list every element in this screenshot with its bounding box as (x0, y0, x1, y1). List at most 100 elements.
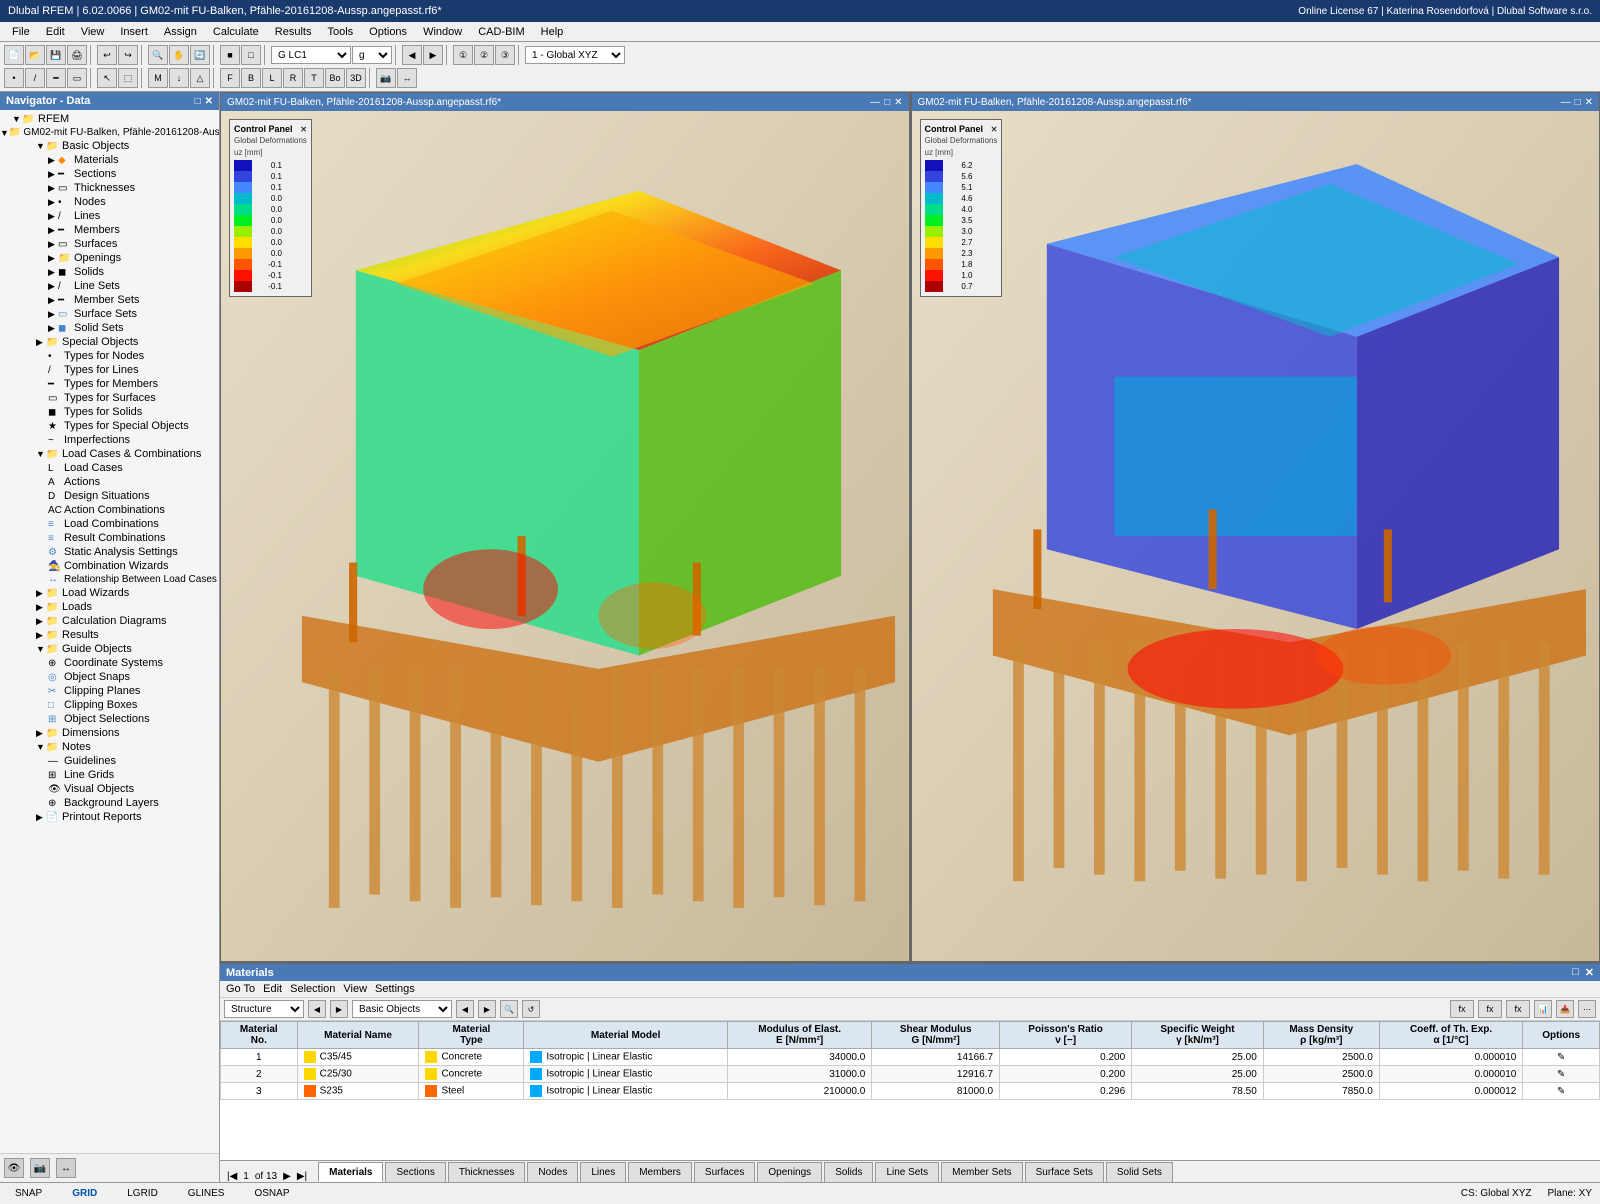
nav-object-snaps[interactable]: ◎ Object Snaps (0, 670, 219, 684)
menu-edit[interactable]: Edit (38, 24, 73, 40)
settings-menu[interactable]: Settings (375, 983, 415, 995)
menu-insert[interactable]: Insert (112, 24, 156, 40)
tab-surfaces[interactable]: Surfaces (694, 1162, 755, 1182)
nav-object-selections[interactable]: ⊞ Object Selections (0, 712, 219, 726)
tab-next[interactable]: ▶ (280, 1171, 294, 1182)
nav-notes[interactable]: ▼ 📁 Notes (0, 740, 219, 754)
status-osnap[interactable]: OSNAP (247, 1186, 296, 1201)
nav-loads[interactable]: ▶ 📁 Loads (0, 600, 219, 614)
menu-calculate[interactable]: Calculate (205, 24, 267, 40)
tab-solids[interactable]: Solids (824, 1162, 873, 1182)
next-btn[interactable]: ▶ (423, 45, 443, 65)
wire-btn[interactable]: □ (241, 45, 261, 65)
mat-options-3[interactable]: ✎ (1523, 1083, 1600, 1100)
zoom-btn[interactable]: 🔍 (148, 45, 168, 65)
load-tool[interactable]: ↓ (169, 68, 189, 88)
view2-btn[interactable]: ② (474, 45, 494, 65)
bt-next2[interactable]: ▶ (478, 1000, 496, 1018)
nav-actions[interactable]: A Actions (0, 475, 219, 489)
right-view[interactable]: R (283, 68, 303, 88)
menu-view[interactable]: View (73, 24, 113, 40)
bottom-view[interactable]: Bo (325, 68, 345, 88)
tab-last[interactable]: ▶| (294, 1171, 310, 1182)
right-view-maximize[interactable]: □ (1575, 97, 1581, 108)
tab-lines[interactable]: Lines (580, 1162, 626, 1182)
nav-openings[interactable]: ▶ 📁 Openings (0, 251, 219, 265)
bt-refresh[interactable]: ↺ (522, 1000, 540, 1018)
bt-search[interactable]: 🔍 (500, 1000, 518, 1018)
open-btn[interactable]: 📂 (25, 45, 45, 65)
tab-first[interactable]: |◀ (224, 1171, 240, 1182)
load-case-combo[interactable]: G LC1 (271, 46, 351, 64)
nav-lines[interactable]: ▶ / Lines (0, 209, 219, 223)
tab-materials[interactable]: Materials (318, 1162, 383, 1182)
print-btn[interactable]: 🖨 (67, 45, 87, 65)
nav-types-lines[interactable]: / Types for Lines (0, 363, 219, 377)
bt-func2[interactable]: fx (1478, 1000, 1502, 1018)
nav-types-surfaces[interactable]: ▭ Types for Surfaces (0, 391, 219, 405)
nav-thicknesses[interactable]: ▶ ▭ Thicknesses (0, 181, 219, 195)
nav-clipping-planes[interactable]: ✂ Clipping Planes (0, 684, 219, 698)
nav-action-combos[interactable]: AC Action Combinations (0, 503, 219, 517)
nav-basic-objects[interactable]: ▼ 📁 Basic Objects (0, 139, 219, 153)
menu-file[interactable]: File (4, 24, 38, 40)
tab-thicknesses[interactable]: Thicknesses (448, 1162, 526, 1182)
nav-result-combos[interactable]: ≡ Result Combinations (0, 531, 219, 545)
status-lgrid[interactable]: LGRID (120, 1186, 165, 1201)
bt-more[interactable]: ⋯ (1578, 1000, 1596, 1018)
nav-printout-reports[interactable]: ▶ 📄 Printout Reports (0, 810, 219, 824)
nav-dock-btn[interactable]: □ (195, 96, 201, 107)
nav-sections[interactable]: ▶ ━ Sections (0, 167, 219, 181)
save-btn[interactable]: 💾 (46, 45, 66, 65)
nav-relationship-loads[interactable]: ↔ Relationship Between Load Cases (0, 573, 219, 586)
mat-options-1[interactable]: ✎ (1523, 1049, 1600, 1066)
tab-prev[interactable]: 1 (240, 1171, 252, 1182)
back-view[interactable]: B (241, 68, 261, 88)
nav-types-nodes[interactable]: • Types for Nodes (0, 349, 219, 363)
nav-design-situations[interactable]: D Design Situations (0, 489, 219, 503)
nav-line-grids[interactable]: ⊞ Line Grids (0, 768, 219, 782)
nav-close-btn[interactable]: ✕ (205, 96, 213, 107)
structure-combo[interactable]: Structure (224, 1000, 304, 1018)
bottom-panel-controls[interactable]: □ ✕ (1572, 966, 1594, 979)
render-btn[interactable]: ■ (220, 45, 240, 65)
top-view[interactable]: T (304, 68, 324, 88)
menu-window[interactable]: Window (415, 24, 470, 40)
support-tool[interactable]: △ (190, 68, 210, 88)
nav-types-solids[interactable]: ◼ Types for Solids (0, 405, 219, 419)
view3-btn[interactable]: ③ (495, 45, 515, 65)
bt-prev2[interactable]: ◀ (456, 1000, 474, 1018)
menu-tools[interactable]: Tools (319, 24, 361, 40)
nav-icon-cam[interactable]: 📷 (30, 1158, 50, 1178)
tab-sections[interactable]: Sections (385, 1162, 445, 1182)
bt-import[interactable]: 📥 (1556, 1000, 1574, 1018)
right-view-minimize[interactable]: — (1561, 97, 1571, 108)
navigator-controls[interactable]: □ ✕ (195, 96, 213, 107)
member-tool[interactable]: ━ (46, 68, 66, 88)
select-tool[interactable]: ↖ (97, 68, 117, 88)
tab-surface-sets[interactable]: Surface Sets (1025, 1162, 1104, 1182)
left-view-controls[interactable]: — □ ✕ (870, 97, 902, 108)
status-glines[interactable]: GLINES (181, 1186, 232, 1201)
mat-options-2[interactable]: ✎ (1523, 1066, 1600, 1083)
nav-types-special[interactable]: ★ Types for Special Objects (0, 419, 219, 433)
nav-rfem[interactable]: ▼ 📁 RFEM (0, 112, 219, 126)
nav-load-cases-combinations[interactable]: ▼ 📁 Load Cases & Combinations (0, 447, 219, 461)
left-view-scene[interactable]: Control Panel ✕ Global Deformations uz [… (221, 111, 909, 961)
nav-results[interactable]: ▶ 📁 Results (0, 628, 219, 642)
nav-coord-systems[interactable]: ⊕ Coordinate Systems (0, 656, 219, 670)
left-view[interactable]: L (262, 68, 282, 88)
right-view-controls[interactable]: — □ ✕ (1561, 97, 1593, 108)
bottom-panel-close[interactable]: ✕ (1585, 966, 1594, 979)
nav-static-settings[interactable]: ⚙ Static Analysis Settings (0, 545, 219, 559)
prev-btn[interactable]: ◀ (402, 45, 422, 65)
undo-btn[interactable]: ↩ (97, 45, 117, 65)
screenshot-tool[interactable]: 📷 (376, 68, 396, 88)
nav-line-sets[interactable]: ▶ / Line Sets (0, 279, 219, 293)
edit-menu[interactable]: Edit (263, 983, 282, 995)
right-cp-close[interactable]: ✕ (991, 125, 998, 134)
tab-members[interactable]: Members (628, 1162, 692, 1182)
nav-project[interactable]: ▼ 📁 GM02-mit FU-Balken, Pfähle-20161208-… (0, 126, 219, 139)
menu-cadbim[interactable]: CAD-BIM (470, 24, 532, 40)
bt-export[interactable]: 📊 (1534, 1000, 1552, 1018)
